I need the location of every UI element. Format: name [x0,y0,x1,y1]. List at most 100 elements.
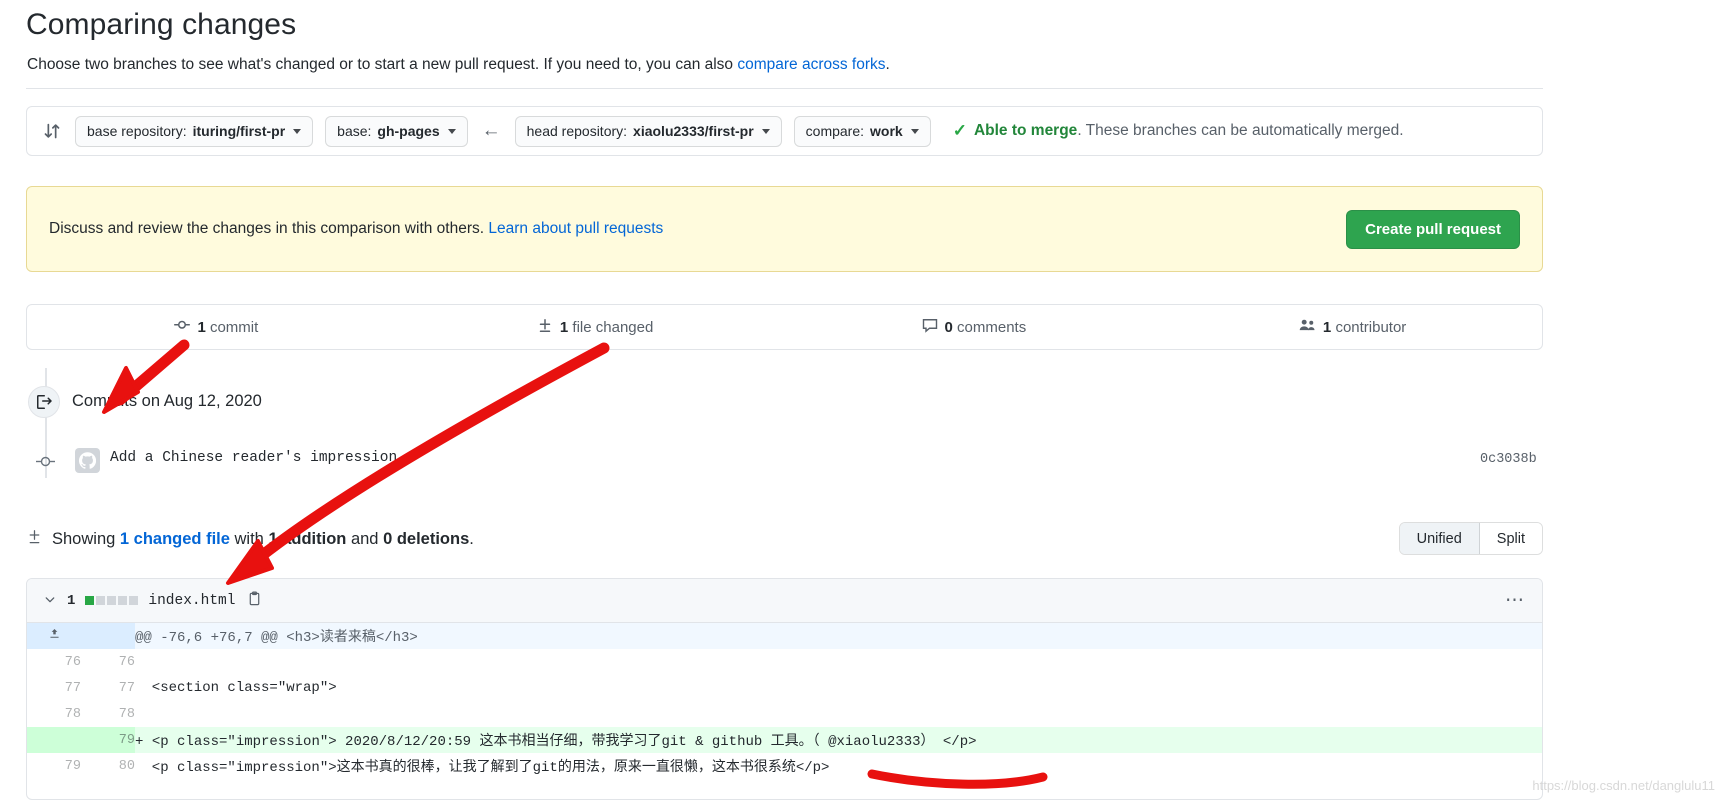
github-avatar[interactable] [75,448,100,473]
diff-table: @@ -76,6 +76,7 @@ <h3>读者来稿</h3> 76 76 77… [27,623,1542,779]
watermark: https://blog.csdn.net/danglulu11 [1532,778,1715,793]
head-repository-value: xiaolu2333/first-pr [633,123,754,139]
stat-commits[interactable]: 1 commit [27,317,406,337]
create-pull-request-button[interactable]: Create pull request [1346,209,1520,249]
stat-contributors-count: 1 [1322,318,1332,336]
new-line-number: 76 [118,654,135,670]
copy-icon[interactable] [247,591,262,611]
tab-split[interactable]: Split [1479,523,1542,554]
stat-files-label: file changed [572,318,654,336]
diff-hunk-header-row: @@ -76,6 +76,7 @@ <h3>读者来稿</h3> [27,623,1542,649]
showing-suffix: . [469,529,474,548]
showing-with: with [229,529,269,548]
commit-sha[interactable]: 0c3038b [1480,452,1537,467]
new-line-number: 77 [118,680,135,696]
branch-selection-bar: base repository: ituring/first-pr base: … [26,106,1543,156]
page-title: Comparing changes [26,8,297,41]
file-diff-header: 1 index.html ⋯ [27,579,1542,623]
file-change-count: 1 [67,592,76,609]
head-repository-select[interactable]: head repository: xiaolu2333/first-pr [514,115,782,147]
merge-status-strong: Able to merge [973,122,1078,139]
old-line-number: 78 [64,706,81,722]
page-subtitle: Choose two branches to see what's change… [27,56,890,74]
stat-commits-label: commit [209,318,259,336]
stat-contributors-label: contributor [1335,318,1407,336]
commit-message[interactable]: Add a Chinese reader's impression [110,450,397,466]
compare-across-forks-link[interactable]: compare across forks [737,56,885,73]
new-line-number: 79 [81,727,135,753]
showing-deletions: 0 deletions [383,529,470,548]
chevron-down-icon [761,128,770,134]
compare-changes-page: Comparing changes Choose two branches to… [0,0,1723,806]
showing-summary: Showing 1 changed file with 1 addition a… [26,528,474,550]
diff-code: <p class="impression">这本书真的很棒，让我了解到了git的… [135,760,830,776]
stat-comments-label: comments [957,318,1027,336]
old-line-number: 79 [64,758,81,774]
old-line-number [27,727,81,753]
learn-about-pull-requests-link[interactable]: Learn about pull requests [488,220,663,237]
commit-icon [174,317,191,337]
chevron-down-icon [910,128,919,134]
arrow-left-icon: ← [481,120,501,141]
expand-up-icon[interactable] [27,623,81,649]
merge-status-rest: . These branches can be automatically me… [1077,122,1404,139]
diff-row-context: 78 78 [27,701,1542,727]
diff-row-context: 79 80 <p class="impression">这本书真的很棒，让我了解… [27,753,1542,779]
old-line-number: 76 [64,654,81,670]
people-icon [1299,317,1316,337]
new-line-number: 80 [118,758,135,774]
diff-code-addition: + <p class="impression"> 2020/8/12/20:59… [135,727,1542,753]
commit-node-icon [36,452,55,471]
stat-comments[interactable]: 0 comments [785,317,1164,337]
stat-comments-count: 0 [944,318,953,336]
base-repository-value: ituring/first-pr [192,123,286,139]
file-diff-box: 1 index.html ⋯ @@ -76,6 +76,7 @@ <h3>读者来… [26,578,1543,800]
chevron-down-icon [447,128,456,134]
addition-code: <p class="impression"> 2020/8/12/20:59 这… [151,734,977,750]
diff-icon [537,317,553,337]
base-repository-select[interactable]: base repository: ituring/first-pr [75,115,314,147]
merge-status: ✓ Able to merge. These branches can be a… [953,121,1404,141]
commit-push-icon [28,386,60,418]
chevron-down-icon[interactable] [43,592,57,609]
base-branch-select[interactable]: base: gh-pages [325,115,468,147]
changed-file-link[interactable]: 1 changed file [120,530,230,548]
check-icon: ✓ [952,121,967,140]
old-line-number: 77 [64,680,81,696]
head-repository-label: head repository: [526,123,628,139]
diff-view-toggle: Unified Split [1398,522,1543,555]
addition-marker: + [135,734,144,750]
diff-hunk-gutter [81,623,135,649]
pull-request-banner: Discuss and review the changes in this c… [26,186,1543,272]
diff-code [135,649,1542,675]
stat-files-changed[interactable]: 1 file changed [406,317,785,337]
showing-and: and [346,529,384,548]
banner-text-before: Discuss and review the changes in this c… [49,220,489,237]
compare-branch-value: work [870,123,903,139]
base-branch-label: base: [337,123,372,139]
file-name[interactable]: index.html [148,593,235,609]
subtitle-text: Choose two branches to see what's change… [27,56,738,73]
diff-row-context: 76 76 [27,649,1542,675]
header-divider [26,88,1543,89]
comparison-stats-bar: 1 commit 1 file changed 0 comments 1 con… [26,304,1543,350]
compare-branch-select[interactable]: compare: work [793,115,931,147]
stat-contributors[interactable]: 1 contributor [1163,317,1542,337]
compare-branch-label: compare: [805,123,865,139]
diff-code: <section class="wrap"> [135,680,337,696]
commit-group-title: Commits on Aug 12, 2020 [72,392,262,410]
subtitle-period: . [885,56,890,73]
stat-commits-count: 1 [197,318,206,336]
showing-prefix: Showing [52,529,120,548]
tab-unified[interactable]: Unified [1399,523,1480,554]
diff-summary-icon [26,528,43,550]
diff-hunk-header: @@ -76,6 +76,7 @@ <h3>读者来稿</h3> [135,623,1542,649]
diff-row-addition: 79 + <p class="impression"> 2020/8/12/20… [27,727,1542,753]
chevron-down-icon [293,128,302,134]
base-branch-value: gh-pages [377,123,440,139]
file-options-kebab-icon[interactable]: ⋯ [1505,589,1526,612]
diff-stat-blocks [85,596,139,605]
banner-text: Discuss and review the changes in this c… [49,220,663,238]
stat-files-count: 1 [559,318,569,336]
new-line-number: 78 [118,706,135,722]
